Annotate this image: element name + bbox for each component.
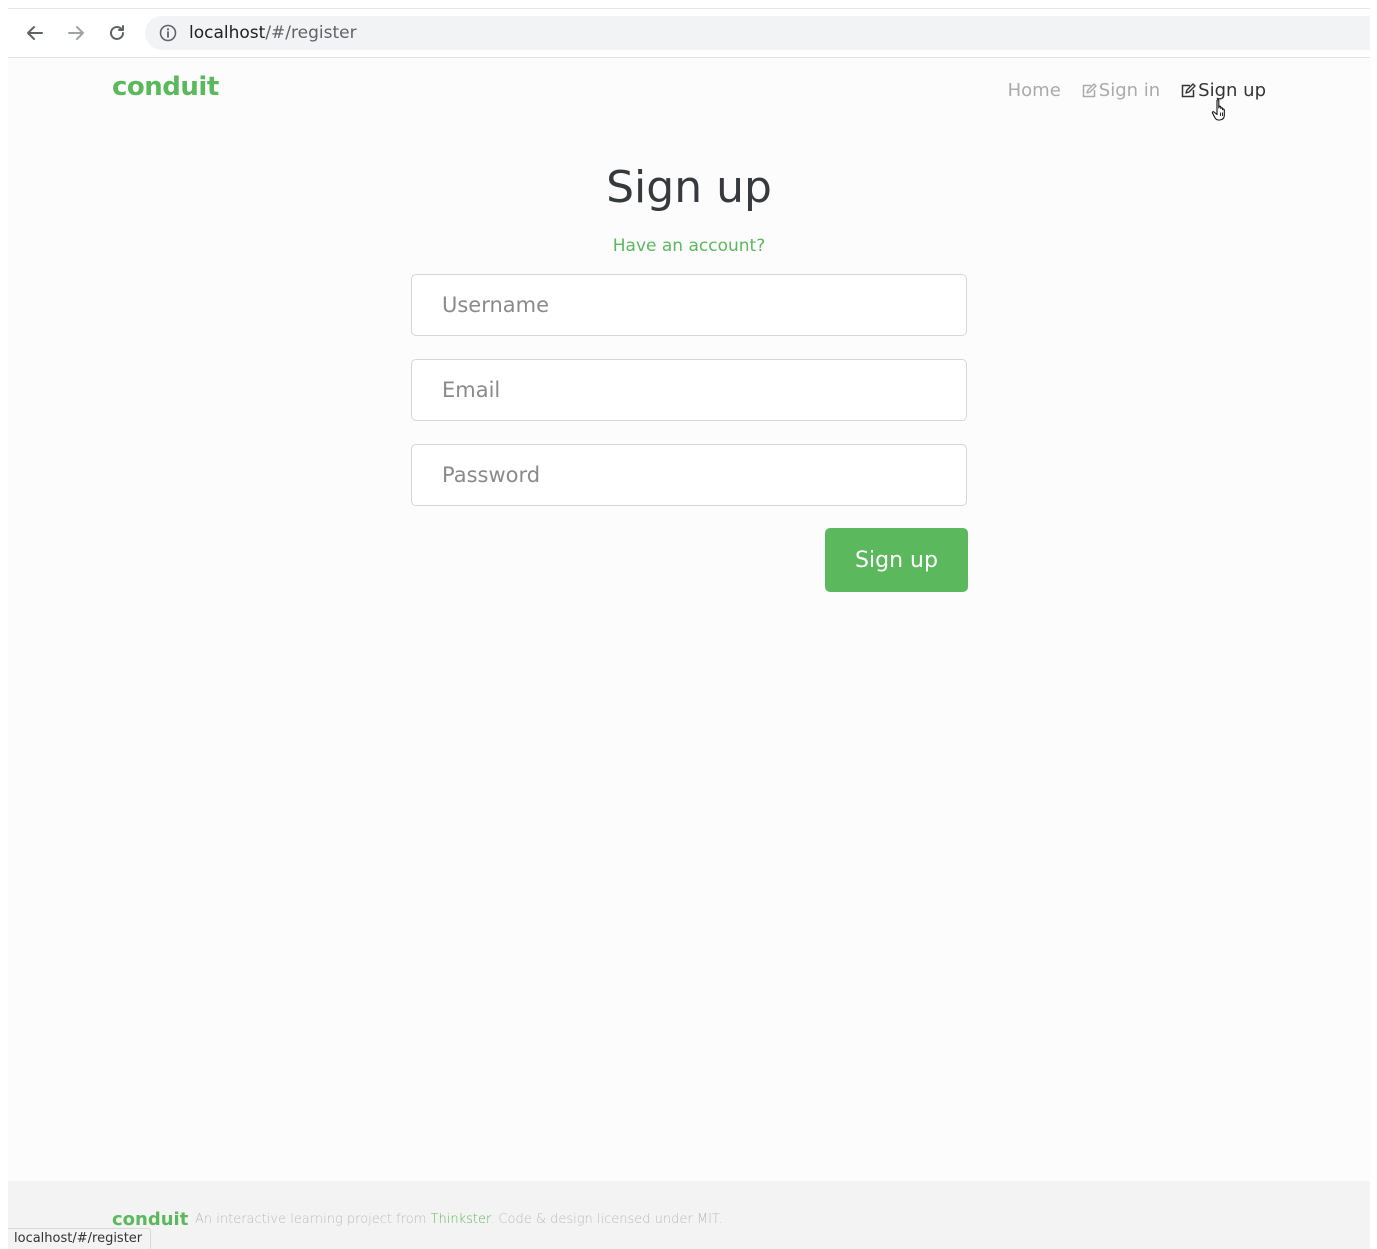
nav-link-home[interactable]: Home (1008, 80, 1061, 101)
sign-up-button[interactable]: Sign up (825, 528, 968, 592)
nav-link-sign-up-label: Sign up (1198, 80, 1266, 101)
nav-link-sign-in-label: Sign in (1098, 80, 1161, 101)
footer-attribution: An interactive learning project from Thi… (195, 1212, 722, 1227)
footer-text-after: . Code & design licensed under MIT. (490, 1212, 723, 1227)
arrow-right-icon (68, 26, 84, 40)
address-url: localhost/#/register (189, 23, 357, 43)
brand-logo[interactable]: conduit (112, 72, 219, 102)
address-bar[interactable]: localhost/#/register (145, 16, 1370, 50)
browser-toolbar: localhost/#/register (8, 8, 1370, 58)
status-bar-url: localhost/#/register (8, 1228, 152, 1249)
info-icon[interactable] (159, 24, 177, 42)
forward-button[interactable] (62, 19, 90, 47)
edit-icon (1081, 82, 1097, 99)
have-account-link[interactable]: Have an account? (8, 236, 1370, 256)
page-footer: conduit An interactive learning project … (8, 1181, 1370, 1249)
url-host: localhost (189, 23, 266, 43)
footer-logo[interactable]: conduit (112, 1209, 188, 1230)
email-input[interactable] (411, 359, 967, 421)
reload-icon (110, 25, 124, 40)
reload-button[interactable] (103, 19, 131, 47)
edit-icon (1180, 82, 1196, 99)
nav-link-home-label: Home (1007, 80, 1061, 101)
arrow-left-icon (27, 26, 43, 40)
footer-text-before: An interactive learning project from (195, 1212, 431, 1227)
username-input[interactable] (411, 274, 967, 336)
url-path: /#/register (265, 23, 357, 43)
thinkster-link[interactable]: Thinkster (431, 1212, 491, 1227)
app-navbar: conduit Home Sign in Sign up (8, 58, 1370, 124)
nav-link-sign-in[interactable]: Sign in (1081, 80, 1160, 101)
back-button[interactable] (21, 19, 49, 47)
browser-window: localhost/#/register conduit Home Sign i… (8, 8, 1370, 1249)
page-title: Sign up (606, 162, 772, 213)
password-input[interactable] (411, 444, 967, 506)
hand-cursor-icon (1211, 99, 1225, 121)
